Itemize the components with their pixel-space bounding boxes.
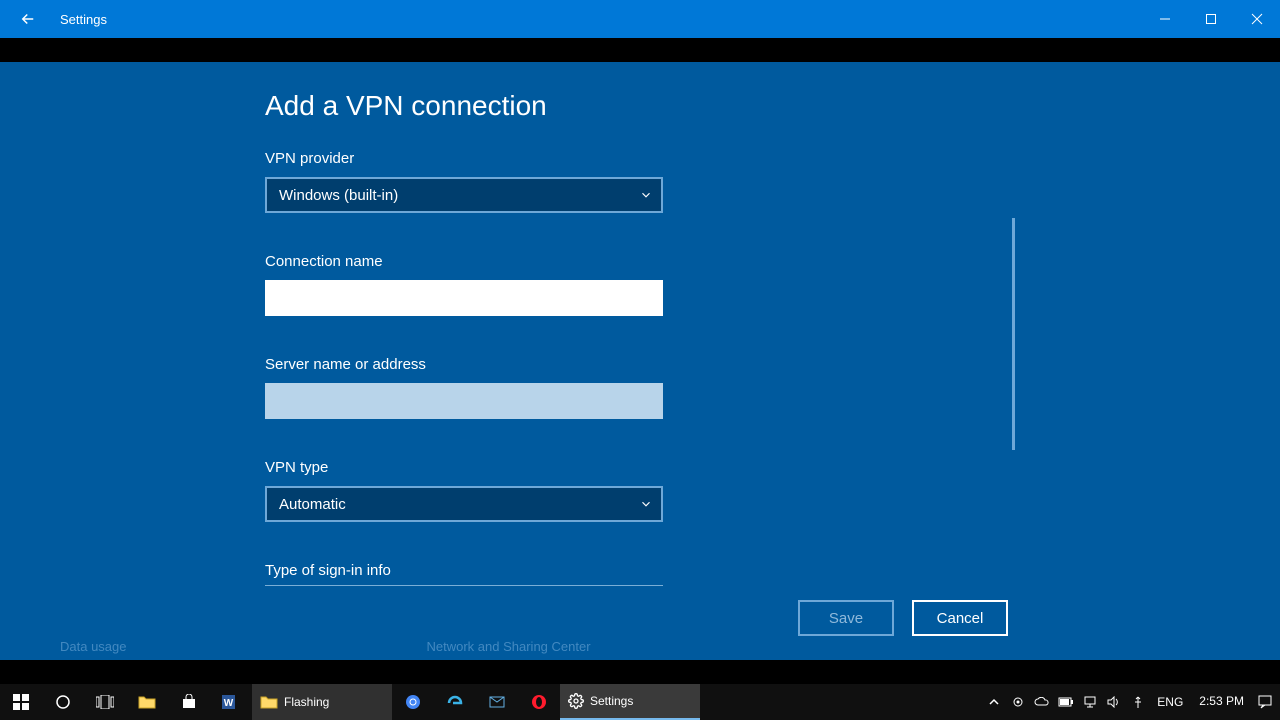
- settings-titlebar: Settings: [0, 0, 1280, 38]
- store-pinned[interactable]: [168, 684, 210, 720]
- tray-overflow[interactable]: [983, 684, 1005, 720]
- speaker-icon: [1107, 696, 1121, 708]
- start-button[interactable]: [0, 684, 42, 720]
- chevron-down-icon: [639, 497, 653, 511]
- settings-task[interactable]: Settings: [560, 684, 700, 720]
- cloud-icon: [1034, 697, 1050, 707]
- vpn-add-pane: Data usage Network and Sharing Center Ad…: [0, 62, 1280, 660]
- chevron-down-icon: [639, 188, 653, 202]
- battery-icon: [1058, 697, 1074, 707]
- chrome-task[interactable]: [392, 684, 434, 720]
- chevron-up-icon: [989, 697, 999, 707]
- usb-icon: [1132, 695, 1144, 709]
- chrome-icon: [405, 694, 421, 710]
- back-button[interactable]: [0, 0, 56, 38]
- letterbox-top: [0, 38, 1280, 62]
- folder-icon: [138, 694, 156, 710]
- cortana-button[interactable]: [42, 684, 84, 720]
- task-view-button[interactable]: [84, 684, 126, 720]
- edge-task[interactable]: [434, 684, 476, 720]
- notification-icon: [1258, 695, 1272, 709]
- scrollbar[interactable]: [1012, 218, 1015, 450]
- system-tray: ENG 2:53 PM: [983, 684, 1280, 720]
- close-button[interactable]: [1234, 0, 1280, 38]
- task-view-icon: [96, 695, 114, 709]
- maximize-icon: [1205, 13, 1217, 25]
- underlying-page: Data usage Network and Sharing Center: [0, 632, 1280, 660]
- tray-language[interactable]: ENG: [1151, 684, 1189, 720]
- vpn-provider-dropdown[interactable]: Windows (built-in): [265, 177, 663, 213]
- vpn-type-dropdown[interactable]: Automatic: [265, 486, 663, 522]
- edge-icon: [447, 694, 463, 710]
- minimize-icon: [1159, 13, 1171, 25]
- mail-icon: [489, 695, 505, 709]
- cancel-button[interactable]: Cancel: [912, 600, 1008, 636]
- connection-name-input[interactable]: [265, 280, 663, 316]
- folder-icon: [260, 694, 278, 710]
- window-title: Settings: [60, 12, 107, 27]
- clock-time: 2:53 PM: [1199, 695, 1244, 708]
- server-address-label: Server name or address: [265, 356, 1005, 373]
- network-icon: [1083, 696, 1097, 708]
- arrow-left-icon: [19, 10, 37, 28]
- gear-icon: [568, 693, 584, 709]
- word-icon: W: [222, 694, 240, 710]
- signin-type-label: Type of sign-in info: [265, 562, 663, 586]
- bg-item-network-center: Network and Sharing Center: [427, 639, 591, 654]
- tray-location[interactable]: [1007, 684, 1029, 720]
- tray-volume[interactable]: [1103, 684, 1125, 720]
- svg-text:W: W: [224, 698, 234, 709]
- tray-network[interactable]: [1079, 684, 1101, 720]
- bg-item-data-usage: Data usage: [60, 639, 127, 654]
- opera-icon: [531, 694, 547, 710]
- store-icon: [181, 694, 197, 710]
- tray-battery[interactable]: [1055, 684, 1077, 720]
- server-address-input[interactable]: [265, 383, 663, 419]
- file-explorer-task-label: Flashing: [284, 695, 329, 709]
- minimize-button[interactable]: [1142, 0, 1188, 38]
- letterbox-bottom: [0, 660, 1280, 684]
- taskbar: W Flashing Settings: [0, 684, 1280, 720]
- connection-name-label: Connection name: [265, 253, 1005, 270]
- taskbar-clock[interactable]: 2:53 PM: [1191, 695, 1252, 708]
- location-icon: [1012, 696, 1024, 708]
- tray-onedrive[interactable]: [1031, 684, 1053, 720]
- close-icon: [1251, 13, 1263, 25]
- page-title: Add a VPN connection: [265, 90, 1005, 122]
- vpn-provider-label: VPN provider: [265, 150, 1005, 167]
- maximize-button[interactable]: [1188, 0, 1234, 38]
- word-pinned[interactable]: W: [210, 684, 252, 720]
- vpn-type-label: VPN type: [265, 459, 1005, 476]
- action-center[interactable]: [1254, 684, 1276, 720]
- cortana-icon: [55, 694, 71, 710]
- file-explorer-task[interactable]: Flashing: [252, 684, 392, 720]
- dialog-buttons: Save Cancel: [798, 600, 1008, 636]
- tray-usb[interactable]: [1127, 684, 1149, 720]
- vpn-provider-value: Windows (built-in): [279, 187, 398, 204]
- settings-task-label: Settings: [590, 694, 633, 708]
- mail-task[interactable]: [476, 684, 518, 720]
- opera-task[interactable]: [518, 684, 560, 720]
- save-button[interactable]: Save: [798, 600, 894, 636]
- tray-language-label: ENG: [1157, 695, 1183, 709]
- vpn-type-value: Automatic: [279, 496, 346, 513]
- windows-icon: [13, 694, 29, 710]
- file-explorer-pinned[interactable]: [126, 684, 168, 720]
